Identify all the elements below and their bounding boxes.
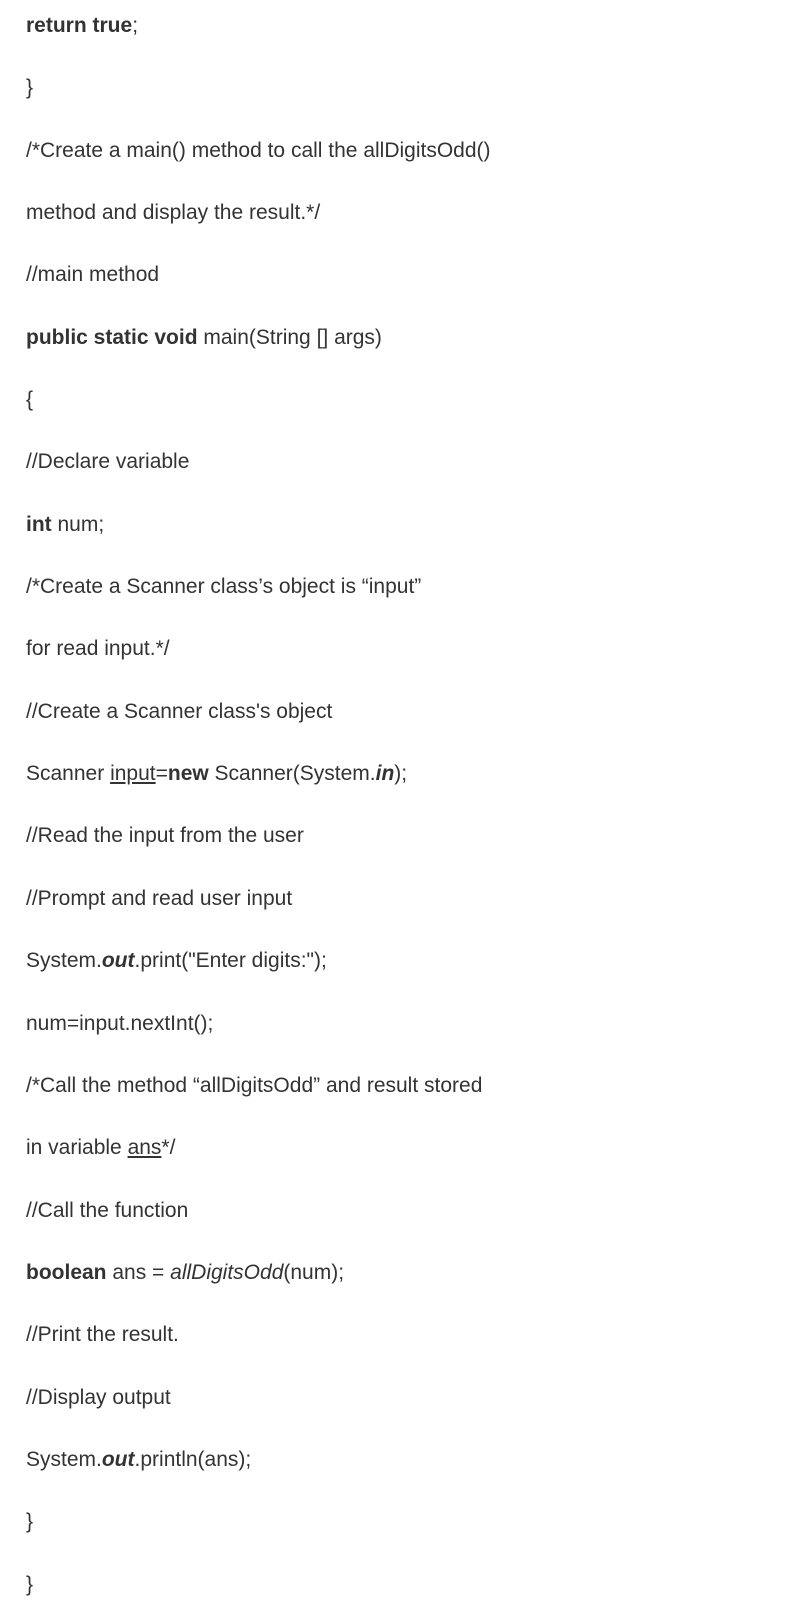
code-line: //Declare variable bbox=[26, 448, 774, 476]
code-line: public static void main(String [] args) bbox=[26, 324, 774, 352]
code-token: boolean bbox=[26, 1261, 107, 1284]
code-token: Scanner bbox=[26, 762, 110, 785]
code-token: in bbox=[376, 762, 395, 785]
code-token: ; bbox=[132, 14, 138, 37]
code-line: { bbox=[26, 386, 774, 414]
code-line: in variable ans*/ bbox=[26, 1134, 774, 1162]
code-line: Scanner input=new Scanner(System.in); bbox=[26, 760, 774, 788]
code-line: return true; bbox=[26, 12, 774, 40]
code-line: //Prompt and read user input bbox=[26, 885, 774, 913]
code-token: .println(ans); bbox=[135, 1448, 252, 1471]
code-token: main(String [] args) bbox=[198, 326, 382, 349]
code-token: Scanner(System. bbox=[209, 762, 376, 785]
code-token: return true bbox=[26, 14, 132, 37]
code-line: } bbox=[26, 74, 774, 102]
code-token: public static void bbox=[26, 326, 198, 349]
code-token: ); bbox=[394, 762, 407, 785]
code-token: new bbox=[168, 762, 209, 785]
code-line: /*Call the method “allDigitsOdd” and res… bbox=[26, 1072, 774, 1100]
code-line: boolean ans = allDigitsOdd(num); bbox=[26, 1259, 774, 1287]
code-token: ans = bbox=[107, 1261, 171, 1284]
code-block: { "lines": [ { "kind": "return_true" }, … bbox=[0, 0, 800, 1619]
code-line: //Create a Scanner class's object bbox=[26, 698, 774, 726]
code-token: (num); bbox=[283, 1261, 344, 1284]
code-token: .print("Enter digits:"); bbox=[135, 949, 327, 972]
code-token: = bbox=[156, 762, 168, 785]
code-line: System.out.println(ans); bbox=[26, 1446, 774, 1474]
code-line: //Display output bbox=[26, 1384, 774, 1412]
code-token: allDigitsOdd bbox=[170, 1261, 283, 1284]
code-token: System. bbox=[26, 1448, 102, 1471]
code-line: num=input.nextInt(); bbox=[26, 1010, 774, 1038]
code-line: System.out.print("Enter digits:"); bbox=[26, 947, 774, 975]
code-token: ans bbox=[128, 1136, 162, 1159]
code-line: } bbox=[26, 1571, 774, 1599]
code-token: num; bbox=[52, 513, 105, 536]
code-line: //Call the function bbox=[26, 1197, 774, 1225]
code-token: in variable bbox=[26, 1136, 128, 1159]
code-line: method and display the result.*/ bbox=[26, 199, 774, 227]
code-line: } bbox=[26, 1508, 774, 1536]
code-line: for read input.*/ bbox=[26, 635, 774, 663]
code-line: //Print the result. bbox=[26, 1321, 774, 1349]
code-line: int num; bbox=[26, 511, 774, 539]
code-token: int bbox=[26, 513, 52, 536]
code-token: out bbox=[102, 949, 135, 972]
code-line: /*Create a main() method to call the all… bbox=[26, 137, 774, 165]
code-line: /*Create a Scanner class’s object is “in… bbox=[26, 573, 774, 601]
code-token: out bbox=[102, 1448, 135, 1471]
code-token: input bbox=[110, 762, 156, 785]
code-line: //main method bbox=[26, 261, 774, 289]
code-token: System. bbox=[26, 949, 102, 972]
code-lines: return true;} /*Create a main() method to… bbox=[26, 12, 774, 1599]
code-token: */ bbox=[161, 1136, 175, 1159]
code-line: //Read the input from the user bbox=[26, 822, 774, 850]
